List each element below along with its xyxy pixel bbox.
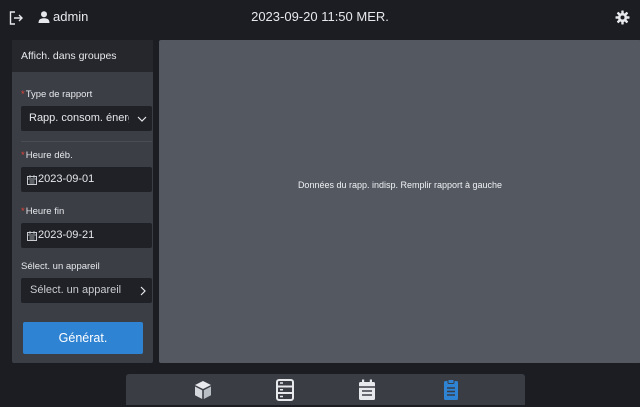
report-type-label: *Type de rapport	[21, 89, 93, 100]
end-time-label: *Heure fin	[21, 206, 65, 217]
group-view-tab[interactable]: Affich. dans groupes	[12, 40, 153, 72]
calendar-icon	[27, 175, 37, 185]
group-view-label: Affich. dans groupes	[21, 50, 117, 62]
calendar-icon[interactable]	[355, 378, 379, 402]
user-icon	[37, 10, 51, 24]
device-select-value: Sélect. un appareil	[30, 284, 122, 296]
required-marker: *	[21, 150, 25, 161]
start-date-value: 2023-09-01	[38, 173, 95, 185]
generate-button[interactable]: Générat.	[23, 322, 143, 354]
report-icon[interactable]	[439, 378, 463, 402]
report-type-value: Rapp. consom. énergie	[29, 112, 129, 124]
chevron-right-icon	[140, 286, 146, 296]
empty-report-message: Données du rapp. indisp. Remplir rapport…	[297, 180, 503, 190]
required-marker: *	[21, 89, 25, 100]
end-date-value: 2023-09-21	[38, 229, 95, 241]
end-date-field[interactable]: 2023-09-21	[21, 223, 152, 248]
chevron-down-icon	[137, 114, 147, 122]
start-time-label: *Heure déb.	[21, 150, 73, 161]
device-icon[interactable]	[191, 378, 215, 402]
divider	[21, 141, 152, 142]
list-icon[interactable]	[273, 378, 297, 402]
datetime: 2023-09-20 11:50 MER.	[251, 9, 389, 24]
username: admin	[53, 9, 89, 24]
logout-icon[interactable]	[9, 11, 23, 25]
report-display-panel: Données du rapp. indisp. Remplir rapport…	[159, 40, 640, 363]
report-type-select[interactable]: Rapp. consom. énergie	[21, 106, 152, 131]
required-marker: *	[21, 206, 25, 217]
report-form-panel: Affich. dans groupes *Type de rapport Ra…	[12, 40, 153, 363]
top-bar: admin 2023-09-20 11:50 MER.	[0, 0, 640, 36]
bottom-nav-bar	[126, 374, 525, 405]
settings-icon[interactable]	[615, 10, 630, 25]
device-label: Sélect. un appareil	[21, 261, 100, 272]
device-select[interactable]: Sélect. un appareil	[21, 278, 152, 303]
start-date-field[interactable]: 2023-09-01	[21, 167, 152, 192]
calendar-icon	[27, 231, 37, 241]
